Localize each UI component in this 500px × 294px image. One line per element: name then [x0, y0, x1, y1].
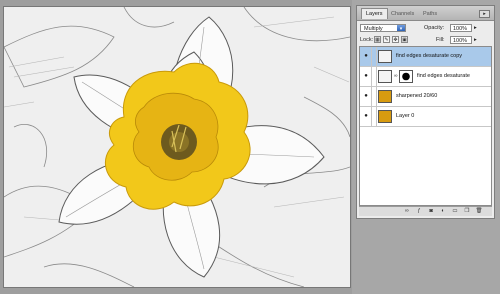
link-column[interactable] — [371, 47, 377, 66]
new-layer-icon[interactable]: ❐ — [463, 208, 471, 215]
link-column[interactable] — [371, 67, 377, 86]
layer-row[interactable]: ● find edges desaturate copy — [360, 47, 491, 67]
layer-name: find edges desaturate — [417, 73, 470, 79]
opacity-field[interactable]: 100% — [450, 24, 472, 32]
blend-mode-value: Multiply — [364, 26, 383, 32]
layer-thumbnail — [378, 70, 392, 83]
opacity-slider-arrow-icon[interactable]: ▸ — [474, 24, 477, 32]
tab-channels[interactable]: Channels — [387, 9, 418, 19]
fill-label: Fill: — [436, 37, 445, 43]
layer-row[interactable]: ● Layer 0 — [360, 107, 491, 127]
lock-label: Lock: — [360, 37, 374, 43]
layer-thumbnail — [378, 110, 392, 123]
blend-row: Multiply ▾ Opacity: 100% ▸ — [360, 23, 493, 33]
link-column[interactable] — [371, 87, 377, 106]
layer-list: ● find edges desaturate copy ● ∞ find ed… — [359, 46, 492, 206]
layer-thumbnail — [378, 90, 392, 103]
layers-footer: ∞ ƒ ◙ ◐ ▭ ❐ 🗑 — [359, 206, 492, 216]
lock-transparency-icon[interactable]: ▦ — [374, 36, 381, 43]
panel-menu-icon[interactable]: ▸ — [479, 10, 490, 18]
lock-all-icon[interactable]: ▣ — [401, 36, 408, 43]
fill-slider-arrow-icon[interactable]: ▸ — [474, 36, 477, 44]
daffodil-artwork — [4, 7, 350, 287]
chain-link-icon[interactable]: ∞ — [394, 73, 398, 79]
layer-row[interactable]: ● sharpened 20/60 — [360, 87, 491, 107]
lock-paint-icon[interactable]: ✎ — [383, 36, 390, 43]
layer-mask-thumbnail[interactable] — [399, 70, 413, 83]
tab-layers[interactable]: Layers — [361, 8, 388, 19]
trash-icon[interactable]: 🗑 — [475, 208, 483, 215]
layer-row[interactable]: ● ∞ find edges desaturate — [360, 67, 491, 87]
add-mask-icon[interactable]: ◙ — [427, 208, 435, 215]
layer-style-icon[interactable]: ƒ — [415, 208, 423, 215]
link-layers-icon[interactable]: ∞ — [403, 208, 411, 215]
fill-field[interactable]: 100% — [450, 36, 472, 44]
lock-row: Lock: ▦ ✎ ✥ ▣ Fill: 100% ▸ — [360, 35, 493, 45]
document-window — [0, 0, 352, 294]
layer-thumbnail — [378, 50, 392, 63]
panel-tab-bar: Layers Channels Paths ▸ — [357, 6, 494, 21]
adjustment-layer-icon[interactable]: ◐ — [439, 208, 447, 215]
opacity-label: Opacity: — [424, 25, 445, 31]
lock-position-icon[interactable]: ✥ — [392, 36, 399, 43]
new-group-icon[interactable]: ▭ — [451, 208, 459, 215]
layer-name: sharpened 20/60 — [396, 93, 438, 99]
blend-mode-select[interactable]: Multiply ▾ — [360, 24, 406, 32]
layer-name: Layer 0 — [396, 113, 415, 119]
image-canvas[interactable] — [3, 6, 351, 288]
layer-name: find edges desaturate copy — [396, 53, 463, 59]
link-column[interactable] — [371, 107, 377, 126]
tab-paths[interactable]: Paths — [419, 9, 441, 19]
chevron-down-icon: ▾ — [397, 25, 405, 32]
layers-panel: Layers Channels Paths ▸ Multiply ▾ Opaci… — [356, 5, 495, 219]
